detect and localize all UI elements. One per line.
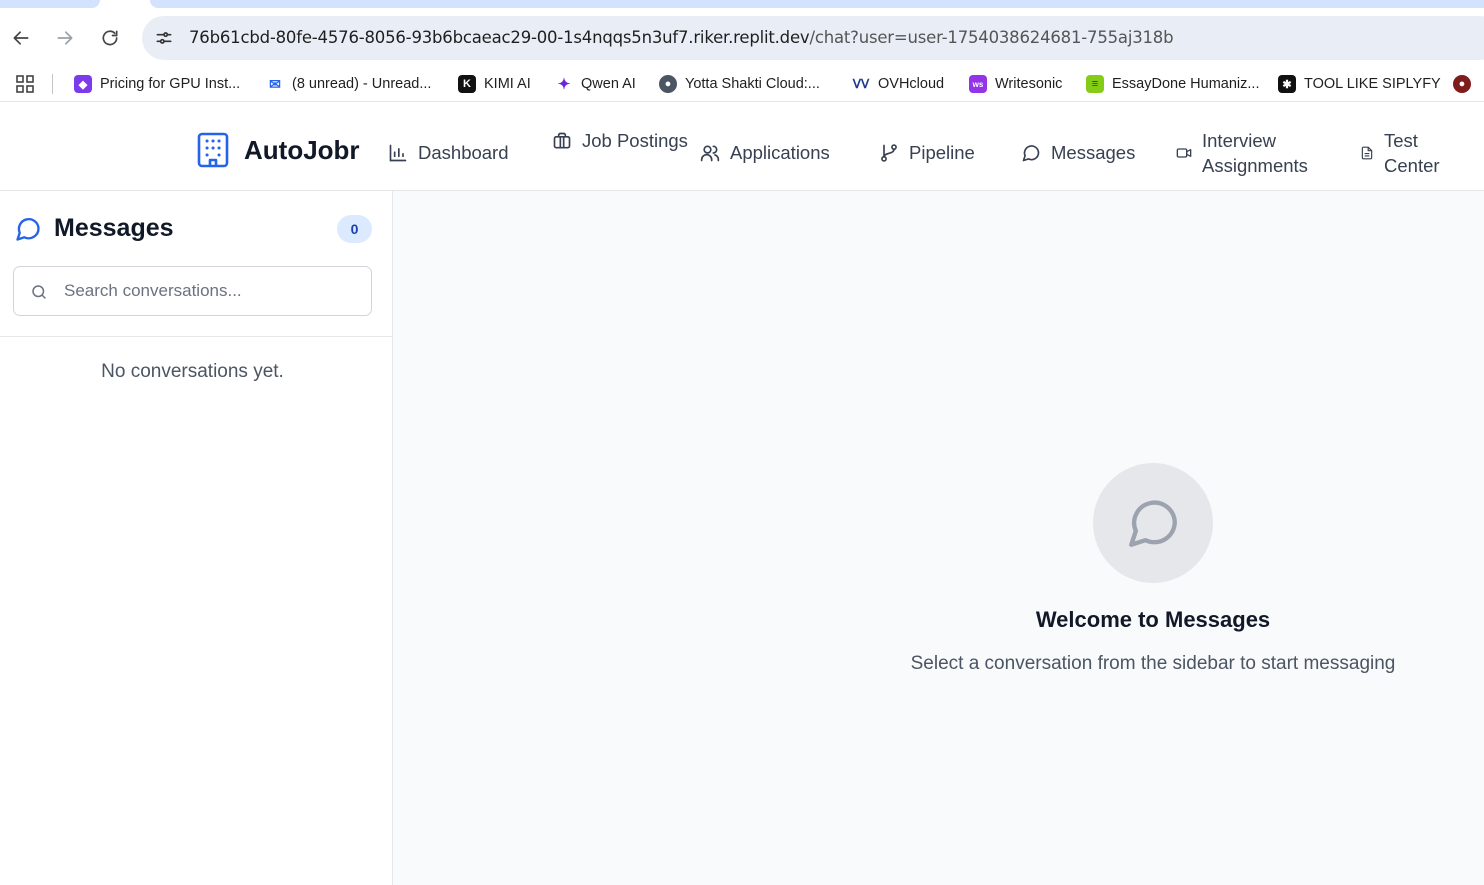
search-box [13, 266, 372, 316]
address-bar[interactable]: 76b61cbd-80fe-4576-8056-93b6bcaeac29-00-… [142, 16, 1484, 60]
nav-label: Test Center [1384, 130, 1440, 176]
writesonic-icon: ws [969, 75, 987, 93]
message-circle-icon [16, 217, 40, 241]
message-circle-icon [1129, 500, 1177, 547]
arrow-left-icon [13, 31, 29, 45]
browser-tab[interactable] [0, 0, 100, 8]
url-path: /chat?user=user-1754038624681-755aj318b [809, 28, 1174, 47]
qwen-icon: ✦ [555, 75, 573, 93]
welcome-illustration [1093, 463, 1213, 583]
cube-icon: ◆ [74, 75, 92, 93]
video-icon [1176, 148, 1192, 158]
nav-label: Pipeline [909, 142, 975, 163]
welcome-subtitle: Select a conversation from the sidebar t… [910, 653, 1396, 674]
forward-button[interactable] [51, 24, 79, 52]
file-text-icon [1361, 146, 1373, 160]
bookmark-kimi[interactable]: K KIMI AI [458, 73, 531, 95]
nav-test-center[interactable]: Test Center [1360, 128, 1454, 178]
nav-interview-assignments[interactable]: Interview Assignments [1176, 128, 1322, 178]
sidebar-title: Messages [14, 214, 174, 243]
brand-logo[interactable]: AutoJobr [196, 132, 360, 168]
bookmark-label: EssayDone Humaniz... [1112, 76, 1260, 92]
conversation-count-badge: 0 [337, 215, 372, 243]
building-icon [197, 132, 229, 168]
tab-strip [0, 0, 1484, 10]
bar-chart-icon [389, 144, 407, 161]
empty-conversations-text: No conversations yet. [101, 361, 284, 382]
apps-grid-icon[interactable] [15, 74, 35, 94]
bookmark-yotta[interactable]: ● Yotta Shakti Cloud:... [659, 73, 820, 95]
bookmark-unread-mail[interactable]: ✉ (8 unread) - Unread... [266, 73, 431, 95]
tool-icon: ✱ [1278, 75, 1296, 93]
git-branch-icon [881, 143, 897, 162]
welcome-title: Welcome to Messages [1035, 607, 1271, 632]
url-text[interactable]: 76b61cbd-80fe-4576-8056-93b6bcaeac29-00-… [189, 28, 1174, 47]
nav-label: Dashboard [418, 142, 509, 163]
bookmark-gpu-pricing[interactable]: ◆ Pricing for GPU Inst... [74, 73, 240, 95]
bookmark-label: KIMI AI [484, 76, 531, 92]
brand-name: AutoJobr [244, 134, 360, 165]
tab-bar-background [150, 0, 1484, 8]
bookmark-label: Writesonic [995, 76, 1063, 92]
bookmark-label: TOOL LIKE SIPLYFY [1304, 76, 1441, 92]
bookmark-tool-like-siplyfy[interactable]: ✱ TOOL LIKE SIPLYFY [1278, 73, 1441, 95]
back-button[interactable] [7, 24, 35, 52]
mail-icon: ✉ [266, 75, 284, 93]
browser-toolbar: 76b61cbd-80fe-4576-8056-93b6bcaeac29-00-… [0, 10, 1484, 66]
users-icon [700, 145, 720, 161]
search-icon [32, 285, 46, 299]
sidebar-header: Messages 0 [0, 191, 392, 337]
chat-main-panel: Welcome to Messages Select a conversatio… [393, 191, 1484, 885]
arrow-right-icon [57, 31, 73, 45]
message-circle-icon [1022, 144, 1040, 161]
sidebar-title-text: Messages [54, 214, 174, 242]
search-input[interactable] [64, 267, 364, 315]
site-settings-icon[interactable] [154, 28, 174, 48]
bookmark-label: Qwen AI [581, 76, 636, 92]
bookmark-label: Pricing for GPU Inst... [100, 76, 241, 92]
conversations-sidebar: Messages 0 No conversations yet. [0, 191, 393, 885]
seal-icon: ● [1453, 75, 1471, 93]
bookmark-label: (8 unread) - Unread... [292, 76, 432, 92]
reload-icon [102, 30, 118, 46]
ovh-icon: ᐯᐯ [852, 75, 870, 93]
nav-applications[interactable]: Applications [700, 140, 830, 165]
bookmark-label: Yotta Shakti Cloud:... [685, 76, 820, 92]
nav-label: Messages [1051, 142, 1136, 163]
bookmarks-separator [52, 74, 53, 94]
bookmark-essaydone[interactable]: ≡ EssayDone Humaniz... [1086, 73, 1259, 95]
reload-button[interactable] [96, 24, 124, 52]
kimi-icon: K [458, 75, 476, 93]
app-header: AutoJobr Dashboard Job Postings Applicat… [0, 110, 1484, 191]
briefcase-icon [553, 132, 571, 148]
nav-label: Applications [730, 142, 830, 163]
globe-icon: ● [659, 75, 677, 93]
bookmark-writesonic[interactable]: ws Writesonic [969, 73, 1062, 95]
bookmark-more[interactable]: ● [1453, 73, 1471, 95]
nav-label: Interview Assignments [1202, 130, 1308, 176]
bookmark-qwen[interactable]: ✦ Qwen AI [555, 73, 636, 95]
nav-pipeline[interactable]: Pipeline [879, 140, 975, 165]
url-host: 76b61cbd-80fe-4576-8056-93b6bcaeac29-00-… [189, 28, 810, 47]
bookmark-label: OVHcloud [878, 76, 945, 92]
essaydone-icon: ≡ [1086, 75, 1104, 93]
nav-label: Job Postings [582, 130, 688, 151]
bookmark-ovhcloud[interactable]: ᐯᐯ OVHcloud [852, 73, 944, 95]
nav-messages[interactable]: Messages [1021, 140, 1135, 165]
nav-dashboard[interactable]: Dashboard [388, 140, 509, 165]
bookmarks-bar: ◆ Pricing for GPU Inst... ✉ (8 unread) -… [0, 66, 1484, 102]
nav-job-postings[interactable]: Job Postings [552, 128, 692, 153]
